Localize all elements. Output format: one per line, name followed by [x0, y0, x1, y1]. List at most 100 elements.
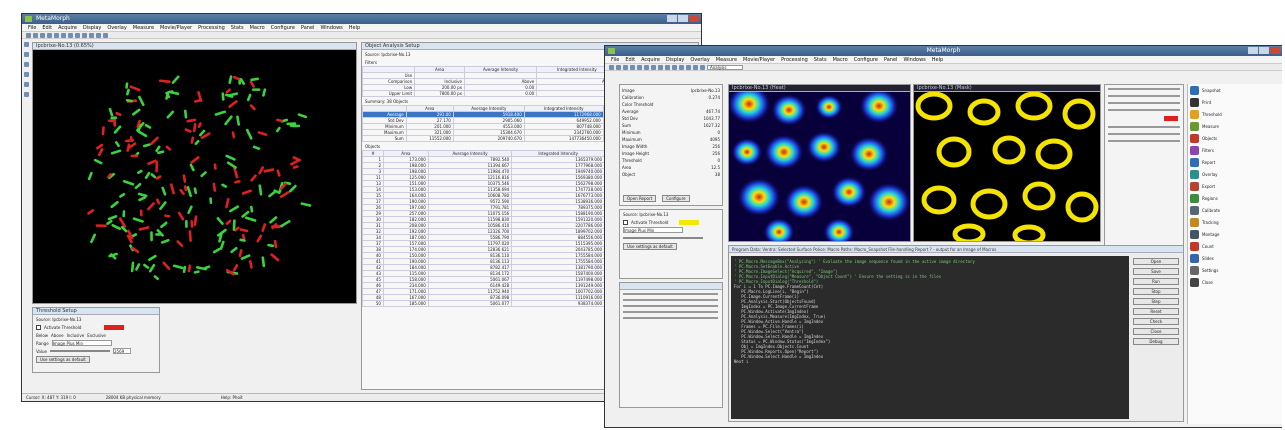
analysis-dropdown[interactable]: Analysis: [707, 64, 743, 70]
settings-select-e[interactable]: [623, 317, 718, 319]
toolbar-icon[interactable]: [658, 64, 663, 70]
toolbar-icon[interactable]: [693, 64, 698, 70]
toolbar-icon[interactable]: [665, 64, 670, 70]
macro-reset-button[interactable]: Reset: [1133, 308, 1179, 315]
left-menu-item[interactable]: Configure: [271, 25, 295, 31]
activate-checkbox[interactable]: [36, 324, 41, 330]
macro-save-button[interactable]: Save: [1133, 268, 1179, 275]
tool-icon[interactable]: [24, 52, 29, 57]
side-tool-item[interactable]: Calibrate: [1188, 204, 1282, 216]
heat-map-image[interactable]: [729, 92, 910, 241]
side-tool-item[interactable]: Objects: [1188, 132, 1282, 144]
toolbar-icon[interactable]: [68, 32, 73, 38]
side-tool-item[interactable]: Montage: [1188, 228, 1282, 240]
right-menu-item[interactable]: Movie/Player: [743, 57, 775, 63]
mode-below-radio[interactable]: Below: [36, 333, 48, 338]
right-menu-item[interactable]: Macro: [833, 57, 848, 63]
toolbar-icon[interactable]: [26, 32, 31, 38]
right-menu-item[interactable]: Measure: [716, 57, 737, 63]
display-select-c[interactable]: [1108, 102, 1180, 104]
left-menu-item[interactable]: Measure: [133, 25, 154, 31]
mode-above-radio[interactable]: Above: [51, 333, 64, 338]
value-input[interactable]: 2569: [112, 348, 131, 354]
toolbar-icon[interactable]: [40, 32, 45, 38]
toolbar-icon[interactable]: [54, 32, 59, 38]
left-menu-item[interactable]: Panel: [301, 25, 315, 31]
side-tool-item[interactable]: Threshold: [1188, 108, 1282, 120]
macro-stop-button[interactable]: Stop: [1133, 288, 1179, 295]
side-tool-item[interactable]: Overlay: [1188, 168, 1282, 180]
minimize-button[interactable]: [667, 15, 677, 22]
tool-icon[interactable]: [24, 42, 29, 47]
display-select-g[interactable]: [1108, 140, 1180, 142]
right-menu-item[interactable]: Configure: [854, 57, 878, 63]
left-menu-item[interactable]: Stats: [231, 25, 244, 31]
side-tool-item[interactable]: Tracking: [1188, 216, 1282, 228]
mode-inclusive-radio[interactable]: Inclusive: [67, 333, 85, 338]
right-threshold-swatch[interactable]: [679, 219, 700, 225]
toolbar-icon[interactable]: [637, 64, 642, 70]
toolbar-icon[interactable]: [96, 32, 101, 38]
right-activate-checkbox[interactable]: [623, 219, 628, 225]
display-select-f[interactable]: [1108, 133, 1180, 135]
left-menu-item[interactable]: Edit: [42, 25, 52, 31]
right-menu-item[interactable]: Panel: [884, 57, 898, 63]
right-menu-item[interactable]: Processing: [781, 57, 808, 63]
minimize-button[interactable]: [1248, 47, 1258, 54]
use-settings-default-button[interactable]: Use settings as default: [36, 355, 90, 363]
settings-select-a[interactable]: [623, 293, 718, 295]
mode-exclusive-radio[interactable]: Exclusive: [87, 333, 106, 338]
side-tool-item[interactable]: Count: [1188, 240, 1282, 252]
display-select-b[interactable]: [1108, 95, 1180, 97]
left-menu-item[interactable]: Display: [83, 25, 101, 31]
left-menu-item[interactable]: Movie/Player: [160, 25, 192, 31]
macro-check-button[interactable]: Check: [1133, 318, 1179, 325]
side-tool-item[interactable]: Measure: [1188, 120, 1282, 132]
macro-step-button[interactable]: Step: [1133, 298, 1179, 305]
side-tool-item[interactable]: Slides: [1188, 252, 1282, 264]
macro-code-area[interactable]: ' PC.Macro.MessageBox("Analyzing") ' Eva…: [731, 256, 1129, 419]
right-menu-item[interactable]: File: [611, 57, 619, 63]
cell-image[interactable]: [33, 50, 356, 303]
side-tool-item[interactable]: Report: [1188, 156, 1282, 168]
toolbar-icon[interactable]: [630, 64, 635, 70]
side-tool-item[interactable]: Regions: [1188, 192, 1282, 204]
tool-icon[interactable]: [24, 92, 29, 97]
right-menu-item[interactable]: Acquire: [641, 57, 660, 63]
open-report-button[interactable]: Open Report: [623, 195, 657, 202]
display-color-swatch[interactable]: [1164, 116, 1178, 121]
display-select-d[interactable]: [1108, 109, 1180, 111]
toolbar-icon[interactable]: [672, 64, 677, 70]
right-menu-item[interactable]: Edit: [625, 57, 635, 63]
configure-button[interactable]: Configure: [662, 195, 690, 202]
toolbar-icon[interactable]: [82, 32, 87, 38]
toolbar-icon[interactable]: [33, 32, 38, 38]
side-tool-item[interactable]: Settings: [1188, 264, 1282, 276]
settings-select-d[interactable]: [623, 311, 718, 313]
right-menu-item[interactable]: Windows: [903, 57, 925, 63]
value-slider[interactable]: [49, 350, 110, 352]
side-tool-item[interactable]: Snapshot: [1188, 84, 1282, 96]
side-tool-item[interactable]: Export: [1188, 180, 1282, 192]
toolbar-icon[interactable]: [651, 64, 656, 70]
tool-icon[interactable]: [24, 82, 29, 87]
toolbar-icon[interactable]: [700, 64, 705, 70]
tool-icon[interactable]: [24, 62, 29, 67]
left-menu-item[interactable]: Help: [349, 25, 360, 31]
settings-select-c[interactable]: [623, 305, 718, 307]
tool-icon[interactable]: [24, 72, 29, 77]
right-range-select[interactable]: Image Plus Min: [623, 227, 683, 233]
maximize-button[interactable]: [1259, 47, 1269, 54]
side-tool-item[interactable]: Print: [1188, 96, 1282, 108]
toolbar-icon[interactable]: [623, 64, 628, 70]
threshold-color-swatch[interactable]: [104, 324, 125, 330]
right-menu-item[interactable]: Overlay: [690, 57, 709, 63]
toolbar-icon[interactable]: [47, 32, 52, 38]
display-select-e[interactable]: [1108, 126, 1180, 128]
macro-close-button[interactable]: Close: [1133, 328, 1179, 335]
left-menu-item[interactable]: Windows: [320, 25, 342, 31]
left-menu-item[interactable]: File: [28, 25, 36, 31]
range-select[interactable]: Image Plus Min: [51, 340, 112, 346]
mask-image[interactable]: [914, 92, 1100, 241]
right-default-button[interactable]: Use settings as default: [623, 242, 677, 250]
